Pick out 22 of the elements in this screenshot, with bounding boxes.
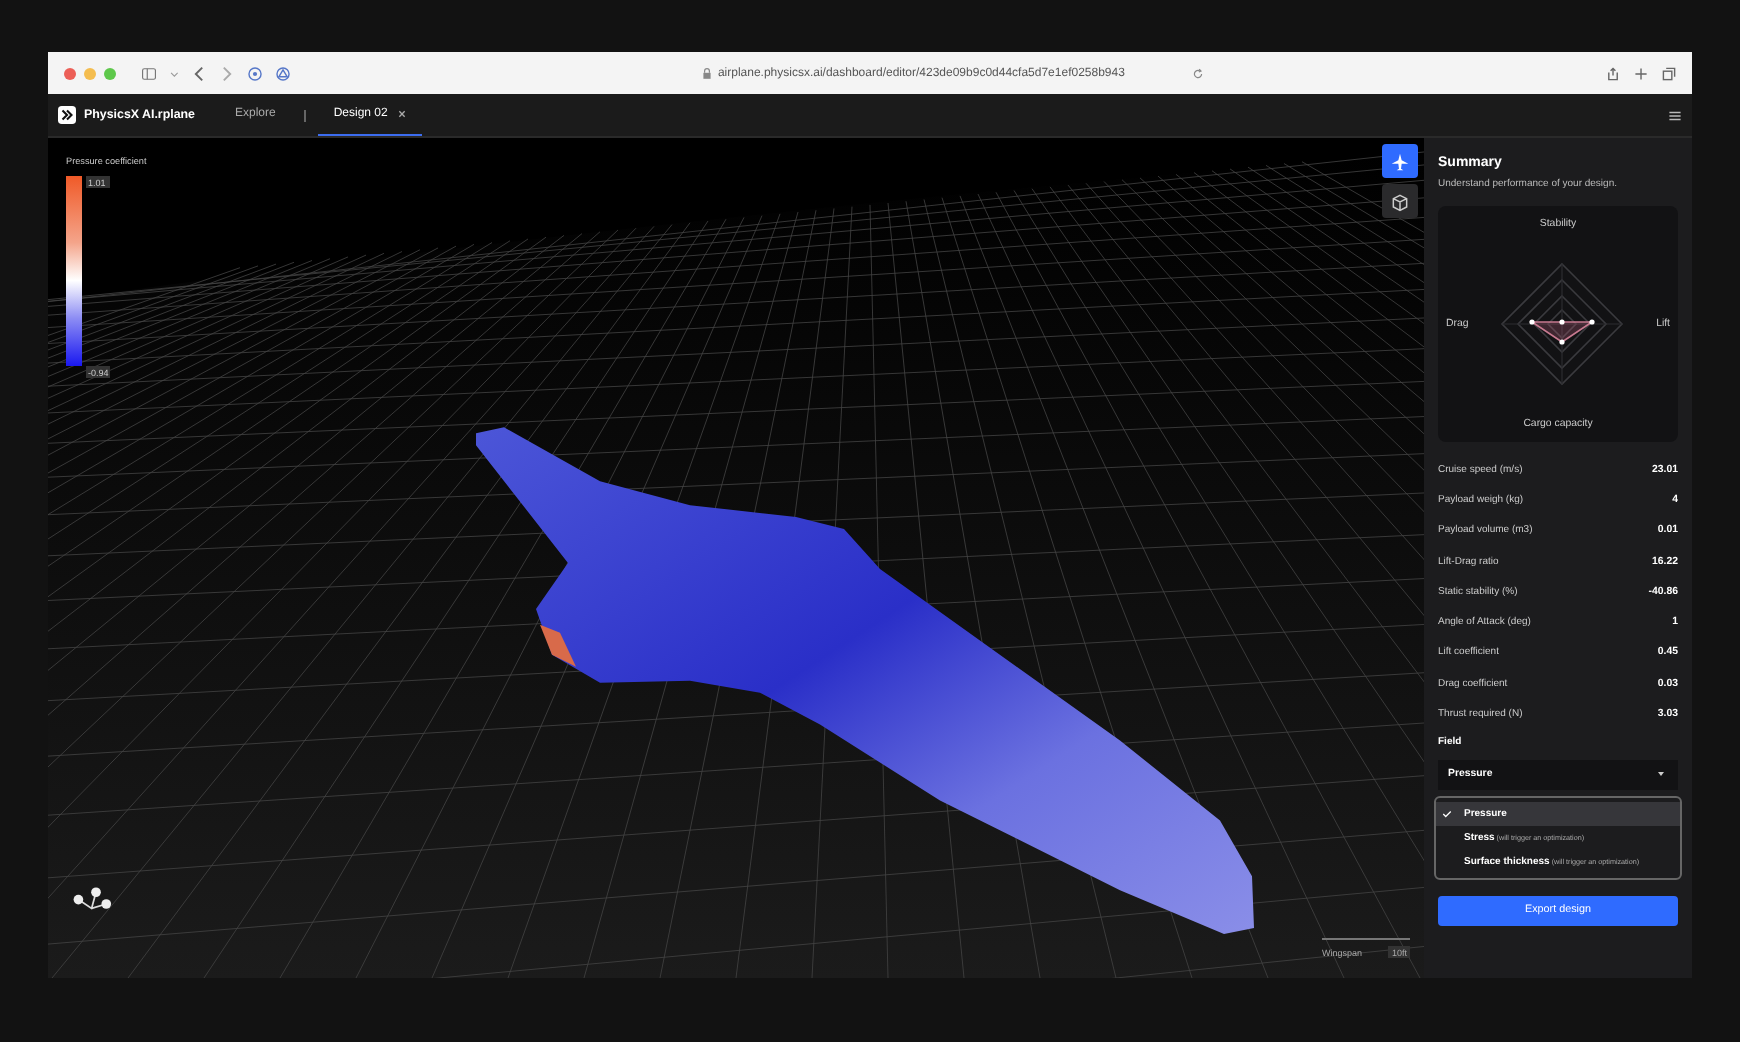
- extension-icon[interactable]: [276, 65, 291, 81]
- back-icon[interactable]: [192, 65, 207, 81]
- caret-icon: [1658, 772, 1664, 777]
- sidebar-icon[interactable]: [142, 65, 157, 81]
- close-icon[interactable]: [397, 110, 406, 118]
- reload-icon[interactable]: [1191, 67, 1204, 79]
- share-icon[interactable]: [1605, 65, 1620, 81]
- cube-icon: [1390, 191, 1410, 211]
- airplane-view-button[interactable]: [1382, 144, 1418, 178]
- scale-bar: [1322, 937, 1410, 940]
- menu-icon[interactable]: [1668, 109, 1682, 121]
- check-icon: [1442, 809, 1452, 818]
- shield-icon[interactable]: [248, 65, 263, 81]
- logo-icon[interactable]: [58, 106, 76, 124]
- lock-icon: [701, 67, 712, 79]
- tabs-overview-icon[interactable]: [1661, 65, 1676, 81]
- close-window-icon[interactable]: [64, 67, 76, 79]
- object-view-button[interactable]: [1382, 184, 1418, 218]
- plus-icon[interactable]: [1633, 65, 1648, 81]
- forward-icon[interactable]: [220, 65, 235, 81]
- airplane-icon: [1390, 151, 1410, 171]
- radar-chart-drawing: [1498, 260, 1627, 388]
